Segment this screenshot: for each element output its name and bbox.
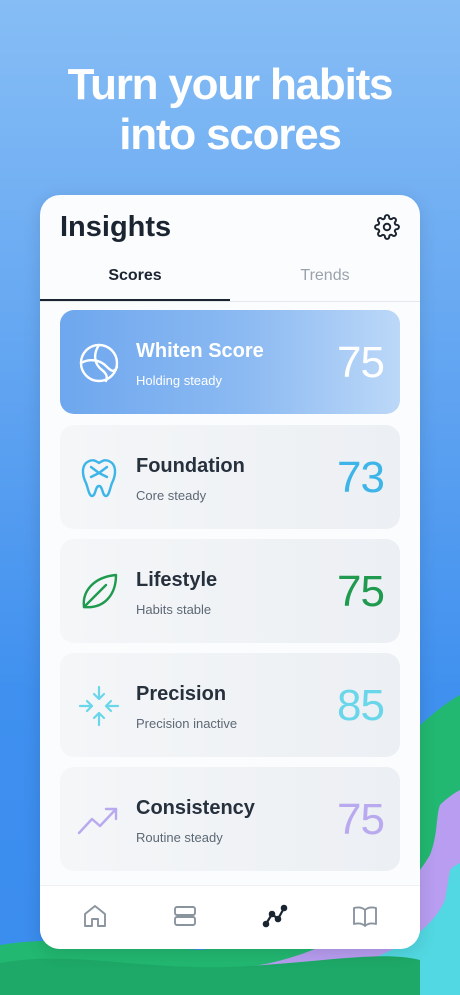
tooth-icon bbox=[81, 459, 117, 498]
score-card-foundation[interactable]: Foundation Core steady 73 bbox=[60, 425, 400, 529]
leaf-icon bbox=[82, 573, 118, 609]
score-card-lifestyle[interactable]: Lifestyle Habits stable 75 bbox=[60, 539, 400, 643]
score-value: 75 bbox=[337, 567, 385, 616]
score-status: Holding steady bbox=[136, 373, 222, 388]
score-value: 73 bbox=[337, 453, 385, 502]
score-status: Habits stable bbox=[136, 602, 212, 617]
tab-scores[interactable]: Scores bbox=[40, 257, 230, 301]
score-name: Precision bbox=[136, 683, 227, 705]
headline-line-1: Turn your habits bbox=[67, 60, 394, 109]
headline-line-2: into scores bbox=[119, 110, 342, 159]
marketing-headline: Turn your habits into scores bbox=[0, 60, 460, 160]
globe-icon bbox=[79, 343, 119, 383]
score-status: Precision inactive bbox=[136, 716, 238, 731]
gear-icon[interactable] bbox=[374, 214, 400, 240]
insights-screen: Insights Scores Trends Whiten Score Hold… bbox=[40, 195, 420, 949]
score-value: 85 bbox=[337, 681, 385, 730]
score-status: Routine steady bbox=[136, 830, 223, 845]
score-name: Lifestyle bbox=[136, 569, 218, 591]
score-name: Foundation bbox=[136, 455, 245, 477]
list-icon[interactable] bbox=[171, 902, 199, 930]
score-card-whiten[interactable]: Whiten Score Holding steady 75 bbox=[60, 310, 400, 414]
tab-trends[interactable]: Trends bbox=[230, 257, 420, 300]
bottom-nav bbox=[40, 885, 420, 949]
score-value: 75 bbox=[337, 338, 385, 387]
score-name: Consistency bbox=[136, 797, 255, 819]
book-icon[interactable] bbox=[351, 902, 379, 930]
score-value: 75 bbox=[337, 795, 385, 844]
arrows-inward-icon bbox=[78, 685, 120, 727]
score-name: Whiten Score bbox=[136, 340, 264, 362]
page-title: Insights bbox=[60, 211, 172, 243]
score-status: Core steady bbox=[136, 488, 207, 503]
tab-bar: Scores Trends bbox=[40, 257, 420, 302]
home-icon[interactable] bbox=[81, 902, 109, 930]
trend-up-icon bbox=[77, 807, 118, 835]
score-card-precision[interactable]: Precision Precision inactive 85 bbox=[60, 653, 400, 757]
insights-icon[interactable] bbox=[261, 902, 289, 930]
score-card-consistency[interactable]: Consistency Routine steady 75 bbox=[60, 767, 400, 871]
